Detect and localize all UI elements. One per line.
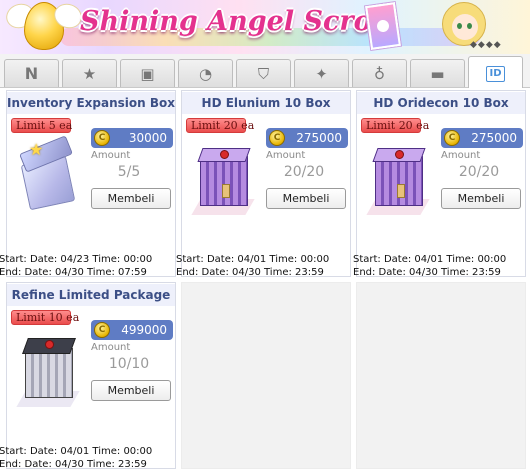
oridecon-box-icon <box>367 136 431 216</box>
star-icon: ★ <box>82 65 97 83</box>
tab-box[interactable]: ▬ <box>410 59 465 87</box>
tab-n[interactable]: N <box>4 59 59 87</box>
tab-potion[interactable]: ♁ <box>352 59 407 87</box>
category-tab-bar: N ★ ▣ ◔ ⛉ ✦ ♁ ▬ ID <box>0 54 530 88</box>
amount-label: Amount <box>441 150 481 161</box>
shop-banner: Shining Angel Scroll ◆◆◆◆ <box>0 0 530 54</box>
sale-start: Start: Date: 04/01 Time: 00:00 <box>0 446 153 457</box>
shield-icon: ⛉ <box>257 65 270 83</box>
tab-star[interactable]: ★ <box>62 59 117 87</box>
amount-label: Amount <box>266 150 306 161</box>
coin-icon: C <box>94 130 110 146</box>
empty-slot <box>356 282 526 469</box>
buy-button[interactable]: Membeli <box>441 188 521 209</box>
amount-value: 10/10 <box>108 356 150 372</box>
item-card: Refine Limited Package Limit 10 ea 49900… <box>0 282 176 470</box>
sale-end: End: Date: 04/30 Time: 23:59 <box>176 267 324 278</box>
buy-button[interactable]: Membeli <box>91 188 171 209</box>
costume-icon: ▣ <box>140 65 155 83</box>
sale-start: Start: Date: 04/23 Time: 00:00 <box>0 254 153 265</box>
inventory-box-icon: ★ <box>17 135 81 216</box>
limit-badge: Limit 10 ea <box>11 310 79 325</box>
limit-badge: Limit 5 ea <box>11 118 72 133</box>
item-title: HD Elunium 10 Box <box>182 92 350 114</box>
empty-slot <box>181 282 351 469</box>
sale-period: Start: Date: 04/01 Time: 00:00 End: Date… <box>353 253 529 279</box>
tab-timer[interactable]: ◔ <box>178 59 233 87</box>
elunium-box-icon <box>192 136 256 216</box>
sale-end: End: Date: 04/30 Time: 23:59 <box>0 459 147 470</box>
limit-badge: Limit 20 ea <box>361 118 429 133</box>
refine-package-icon <box>17 328 81 408</box>
scroll-card-icon <box>365 2 401 50</box>
tab-shield[interactable]: ⛉ <box>236 59 291 87</box>
id-icon: ID <box>486 66 505 82</box>
coin-icon: C <box>94 322 110 338</box>
sale-period: Start: Date: 04/01 Time: 00:00 End: Date… <box>0 445 185 471</box>
item-title: Refine Limited Package <box>7 284 175 306</box>
amount-label: Amount <box>91 342 131 353</box>
amount-value: 20/20 <box>283 164 325 180</box>
coin-icon: C <box>444 130 460 146</box>
amount-label: Amount <box>91 150 131 161</box>
item-title: Inventory Expansion Box <box>7 92 175 114</box>
n-icon: N <box>24 64 39 83</box>
buy-button[interactable]: Membeli <box>266 188 346 209</box>
sale-end: End: Date: 04/30 Time: 23:59 <box>353 267 501 278</box>
sale-start: Start: Date: 04/01 Time: 00:00 <box>176 254 330 265</box>
banner-dots: ◆◆◆◆ <box>470 40 502 50</box>
coin-icon: C <box>269 130 285 146</box>
item-card: HD Oridecon 10 Box Limit 20 ea 275000 C … <box>353 90 529 279</box>
timer-icon: ◔ <box>198 65 213 83</box>
tab-costume[interactable]: ▣ <box>120 59 175 87</box>
sale-period: Start: Date: 04/23 Time: 00:00 End: Date… <box>0 253 185 279</box>
amount-value: 20/20 <box>458 164 500 180</box>
sale-end: End: Date: 04/30 Time: 07:59 <box>0 267 147 278</box>
buy-button[interactable]: Membeli <box>91 380 171 401</box>
tab-magic[interactable]: ✦ <box>294 59 349 87</box>
sale-period: Start: Date: 04/01 Time: 00:00 End: Date… <box>176 253 362 279</box>
box-icon: ▬ <box>430 65 445 83</box>
limit-badge: Limit 20 ea <box>186 118 254 133</box>
tab-id[interactable]: ID <box>468 56 523 88</box>
banner-title: Shining Angel Scroll <box>80 6 393 37</box>
item-card: Inventory Expansion Box Limit 5 ea 30000… <box>0 90 176 278</box>
sale-start: Start: Date: 04/01 Time: 00:00 <box>353 254 507 265</box>
potion-icon: ♁ <box>374 65 385 83</box>
item-card: HD Elunium 10 Box Limit 20 ea 275000 C A… <box>176 90 351 278</box>
magic-icon: ✦ <box>315 65 328 83</box>
amount-value: 5/5 <box>117 164 141 180</box>
item-title: HD Oridecon 10 Box <box>357 92 525 114</box>
